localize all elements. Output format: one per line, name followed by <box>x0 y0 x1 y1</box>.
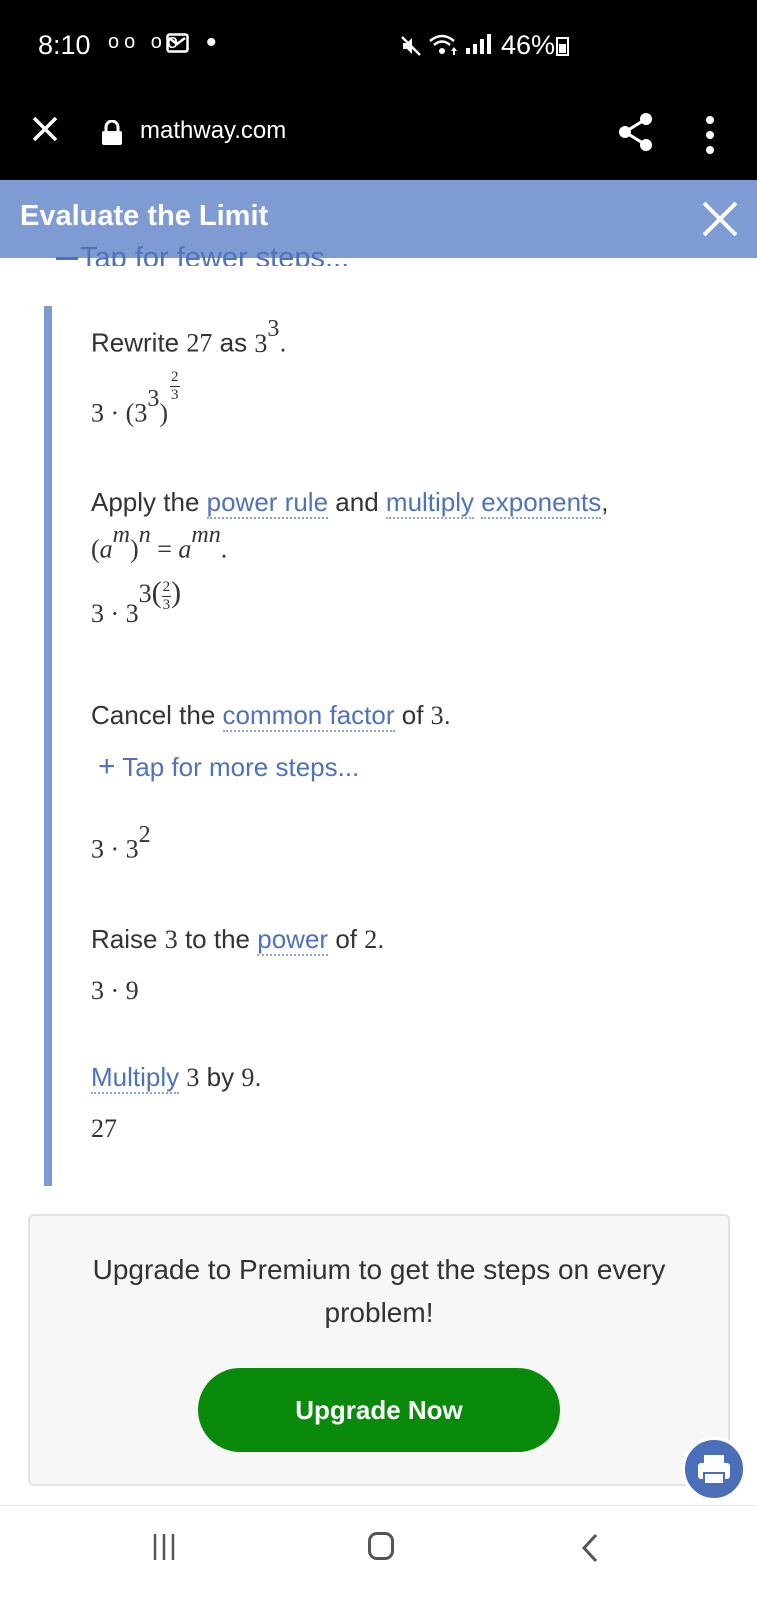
rule-equals: = <box>157 534 172 564</box>
step-1-text-as: as <box>219 327 248 358</box>
step-2-text: Apply the <box>91 487 200 517</box>
step-2-frac-num: 2 <box>161 578 172 597</box>
step-1-text: Rewrite <box>91 327 180 358</box>
step-3-expr-dot: · <box>110 834 120 864</box>
expand-plus-icon[interactable]: + <box>98 750 116 783</box>
step-2-expr-base: 3 <box>125 599 139 628</box>
step-2-exponent: 3(2 3) <box>138 576 182 613</box>
browser-toolbar: mathway.com <box>0 90 757 180</box>
rule-m: m <box>112 522 131 548</box>
status-bar: 8:10 oo oo • 46% <box>0 0 757 90</box>
step-1-expression: 3 · (33) 2 3 <box>91 369 180 428</box>
step-4-expression: 3 · 9 <box>91 976 139 1005</box>
step-3-period: . <box>443 700 451 730</box>
step-5-number-3: 3 <box>186 1063 200 1092</box>
signal-icon <box>466 34 491 54</box>
tap-for-fewer-steps-link[interactable]: Tap for fewer steps... <box>80 244 349 266</box>
step-1-fraction: 23 <box>170 370 180 403</box>
step-2-exp-coef: 3 <box>138 579 152 608</box>
step-3-expr-coef: 3 <box>91 834 104 864</box>
step-4-description: Raise 3 to the power of 2. <box>91 924 385 956</box>
step-1-power: 33 <box>254 316 279 358</box>
step-3-text-of: of <box>401 700 424 730</box>
steps-indicator-bar <box>44 306 52 1186</box>
rule-mn: mn <box>191 522 221 548</box>
step-2-expression: 3 · 33(2 3) <box>91 576 181 633</box>
system-nav-bar <box>0 1505 757 1601</box>
power-rule-link[interactable]: power rule <box>206 487 329 519</box>
multiply-link-2[interactable]: Multiply <box>91 1062 180 1094</box>
step-2-expr-dot: · <box>110 599 120 628</box>
step-2-expr-coef: 3 <box>91 599 104 628</box>
battery-icon <box>556 37 569 56</box>
step-1-expr-coef: 3 <box>91 398 104 428</box>
rule-n: n <box>138 522 151 548</box>
wifi-icon <box>429 34 457 55</box>
panel-title: Evaluate the Limit <box>20 200 269 232</box>
step-1-expr-dot: · <box>110 398 120 428</box>
step-1-frac-den: 3 <box>171 387 179 403</box>
back-icon[interactable] <box>580 1532 600 1564</box>
step-3-description: Cancel the common factor of 3. <box>91 700 451 732</box>
home-icon[interactable] <box>368 1532 394 1560</box>
step-5-description: Multiply 3 by 9. <box>91 1062 262 1094</box>
rule-base: a <box>99 534 113 564</box>
share-icon[interactable] <box>618 112 654 152</box>
recent-apps-icon[interactable] <box>152 1532 176 1562</box>
exponents-link[interactable]: exponents <box>481 487 602 519</box>
step-1-frac-num: 2 <box>170 369 180 387</box>
more-options-icon[interactable] <box>704 115 716 155</box>
step-4-number-2: 2 <box>364 925 378 954</box>
upgrade-message: Upgrade to Premium to get the steps on e… <box>92 1254 666 1328</box>
step-3-expr-base: 3 <box>125 834 139 864</box>
step-1-expr-inner-exp: 3 <box>147 386 160 412</box>
final-result: 27 <box>91 1114 117 1143</box>
step-5-number-9: 9 <box>241 1063 255 1092</box>
upgrade-card: Upgrade to Premium to get the steps on e… <box>28 1214 730 1486</box>
step-4-text-of: of <box>335 924 357 954</box>
step-1-base: 3 <box>254 328 268 358</box>
multiply-link[interactable]: multiply <box>385 487 475 519</box>
print-icon <box>698 1455 730 1485</box>
notification-dot-icon: • <box>206 26 217 59</box>
step-1-period: . <box>279 327 287 358</box>
step-4-period: . <box>377 924 385 954</box>
step-1-exponent: 3 <box>267 316 280 342</box>
mute-icon <box>401 36 421 56</box>
power-rule-formula: (am)n = amn. <box>91 522 228 564</box>
step-1-number: 27 <box>186 328 213 358</box>
close-tab-icon[interactable] <box>30 114 60 144</box>
step-3-text: Cancel the <box>91 700 216 730</box>
tap-for-more-steps-link[interactable]: Tap for more steps... <box>122 752 359 782</box>
step-2-frac-den: 3 <box>162 596 171 613</box>
step-5-text-by: by <box>206 1062 235 1092</box>
step-5-period: . <box>254 1062 262 1092</box>
step-2-fraction: 23 <box>161 578 172 613</box>
collapse-icon[interactable] <box>56 257 78 260</box>
step-2-text-and: and <box>335 487 379 517</box>
upgrade-now-button[interactable]: Upgrade Now <box>198 1368 560 1452</box>
step-4-text-to: to the <box>184 924 251 954</box>
step-3-expression: 3 · 32 <box>91 822 151 865</box>
lock-icon <box>102 120 122 145</box>
step-4-number-3: 3 <box>164 925 178 954</box>
step-2-comma: , <box>601 487 609 517</box>
tap-for-more-steps[interactable]: + Tap for more steps... <box>98 750 359 784</box>
print-button[interactable] <box>682 1437 746 1501</box>
step-3-expr-exp: 2 <box>138 822 151 848</box>
common-factor-link[interactable]: common factor <box>222 700 395 732</box>
power-link[interactable]: power <box>257 924 329 956</box>
close-panel-icon[interactable] <box>700 199 740 239</box>
mail-icon <box>166 33 189 53</box>
step-3-number: 3 <box>430 701 444 730</box>
step-1-expr-base: 3 <box>134 398 148 428</box>
battery-level: 46% <box>501 30 556 60</box>
status-time: 8:10 <box>38 30 91 60</box>
step-2-description: Apply the power rule and multiply expone… <box>91 487 609 519</box>
step-1-description: Rewrite 27 as 33. <box>91 316 287 359</box>
url-text[interactable]: mathway.com <box>140 117 286 145</box>
rule-result-base: a <box>178 534 192 564</box>
step-4-text: Raise <box>91 924 158 954</box>
